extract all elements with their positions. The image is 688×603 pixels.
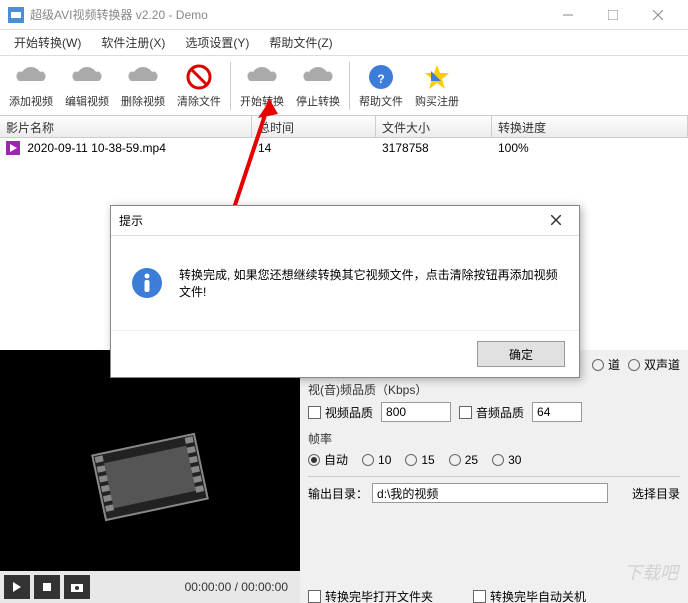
add-video-button[interactable]: 添加视频 (4, 58, 58, 114)
time-display: 00:00:00 / 00:00:00 (185, 580, 296, 594)
info-icon (131, 267, 163, 299)
filmstrip-icon (80, 422, 220, 532)
close-button[interactable] (635, 0, 680, 30)
delete-icon (127, 63, 159, 91)
menu-register[interactable]: 软件注册(X) (91, 30, 175, 55)
fps-label: 帧率 (308, 430, 680, 447)
fps-15-radio[interactable]: 15 (405, 453, 434, 467)
file-row[interactable]: 2020-09-11 10-38-59.mp4 14 3178758 100% (0, 138, 688, 158)
video-quality-input[interactable] (381, 402, 451, 422)
play-button[interactable] (4, 575, 30, 599)
toolbar-separator (230, 62, 231, 110)
quality-label: 视(音)频品质（Kbps） (308, 381, 680, 398)
svg-text:?: ? (377, 72, 384, 86)
column-name[interactable]: 影片名称 (0, 116, 252, 137)
edit-video-button[interactable]: 编辑视频 (60, 58, 114, 114)
snapshot-button[interactable] (64, 575, 90, 599)
video-quality-checkbox[interactable]: 视频品质 (308, 404, 373, 421)
clear-icon (183, 63, 215, 91)
window-titlebar: 超级AVI视频转换器 v2.20 - Demo (0, 0, 688, 30)
stop-button[interactable] (34, 575, 60, 599)
auto-shutdown-checkbox[interactable]: 转换完毕自动关机 (473, 589, 586, 603)
output-path-input[interactable] (372, 483, 608, 503)
help-button[interactable]: ? 帮助文件 (354, 58, 408, 114)
alert-dialog: 提示 转换完成, 如果您还想继续转换其它视频文件，点击清除按钮再添加视频文件! … (110, 205, 580, 378)
select-dir-button[interactable]: 选择目录 (632, 485, 680, 502)
toolbar-separator (349, 62, 350, 110)
fps-10-radio[interactable]: 10 (362, 453, 391, 467)
start-convert-button[interactable]: 开始转换 (235, 58, 289, 114)
edit-icon (71, 63, 103, 91)
open-folder-checkbox[interactable]: 转换完毕打开文件夹 (308, 589, 433, 603)
delete-video-button[interactable]: 删除视频 (116, 58, 170, 114)
file-list-header: 影片名称 总时间 文件大小 转换进度 (0, 116, 688, 138)
file-name: 2020-09-11 10-38-59.mp4 (27, 141, 166, 155)
mono-radio[interactable]: 道 (592, 356, 620, 373)
dialog-title: 提示 (119, 212, 541, 229)
audio-quality-input[interactable] (532, 402, 582, 422)
file-size: 3178758 (376, 139, 492, 157)
column-progress[interactable]: 转换进度 (492, 116, 688, 137)
help-icon: ? (365, 63, 397, 91)
dialog-message: 转换完成, 如果您还想继续转换其它视频文件，点击清除按钮再添加视频文件! (179, 266, 559, 300)
watermark: 下载吧 (624, 559, 678, 585)
buy-icon (421, 63, 453, 91)
bottom-options: 转换完毕打开文件夹 转换完毕自动关机 (300, 589, 688, 603)
column-size[interactable]: 文件大小 (376, 116, 492, 137)
dialog-close-button[interactable] (541, 214, 571, 228)
file-progress: 100% (492, 139, 688, 157)
stop-convert-button[interactable]: 停止转换 (291, 58, 345, 114)
start-icon (246, 63, 278, 91)
ok-button[interactable]: 确定 (477, 341, 565, 367)
menu-help[interactable]: 帮助文件(Z) (259, 30, 342, 55)
maximize-button[interactable] (590, 0, 635, 30)
preview-pane: 00:00:00 / 00:00:00 (0, 350, 300, 603)
stop-icon (302, 63, 334, 91)
clear-files-button[interactable]: 清除文件 (172, 58, 226, 114)
toolbar: 添加视频 编辑视频 删除视频 清除文件 开始转换 停止转换 ? 帮助文件 购买注… (0, 56, 688, 116)
column-duration[interactable]: 总时间 (252, 116, 376, 137)
buy-button[interactable]: 购买注册 (410, 58, 464, 114)
app-icon (8, 7, 24, 23)
menubar: 开始转换(W) 软件注册(X) 选项设置(Y) 帮助文件(Z) (0, 30, 688, 56)
stereo-radio[interactable]: 双声道 (628, 356, 680, 373)
fps-30-radio[interactable]: 30 (492, 453, 521, 467)
player-controls: 00:00:00 / 00:00:00 (0, 571, 300, 603)
video-file-icon (6, 141, 20, 155)
output-label: 输出目录： (308, 485, 368, 502)
minimize-button[interactable] (545, 0, 590, 30)
add-icon (15, 63, 47, 91)
fps-25-radio[interactable]: 25 (449, 453, 478, 467)
menu-options[interactable]: 选项设置(Y) (175, 30, 259, 55)
audio-quality-checkbox[interactable]: 音频品质 (459, 404, 524, 421)
window-title: 超级AVI视频转换器 v2.20 - Demo (30, 6, 545, 23)
file-duration: 14 (252, 139, 376, 157)
menu-start[interactable]: 开始转换(W) (4, 30, 91, 55)
fps-auto-radio[interactable]: 自动 (308, 451, 348, 468)
